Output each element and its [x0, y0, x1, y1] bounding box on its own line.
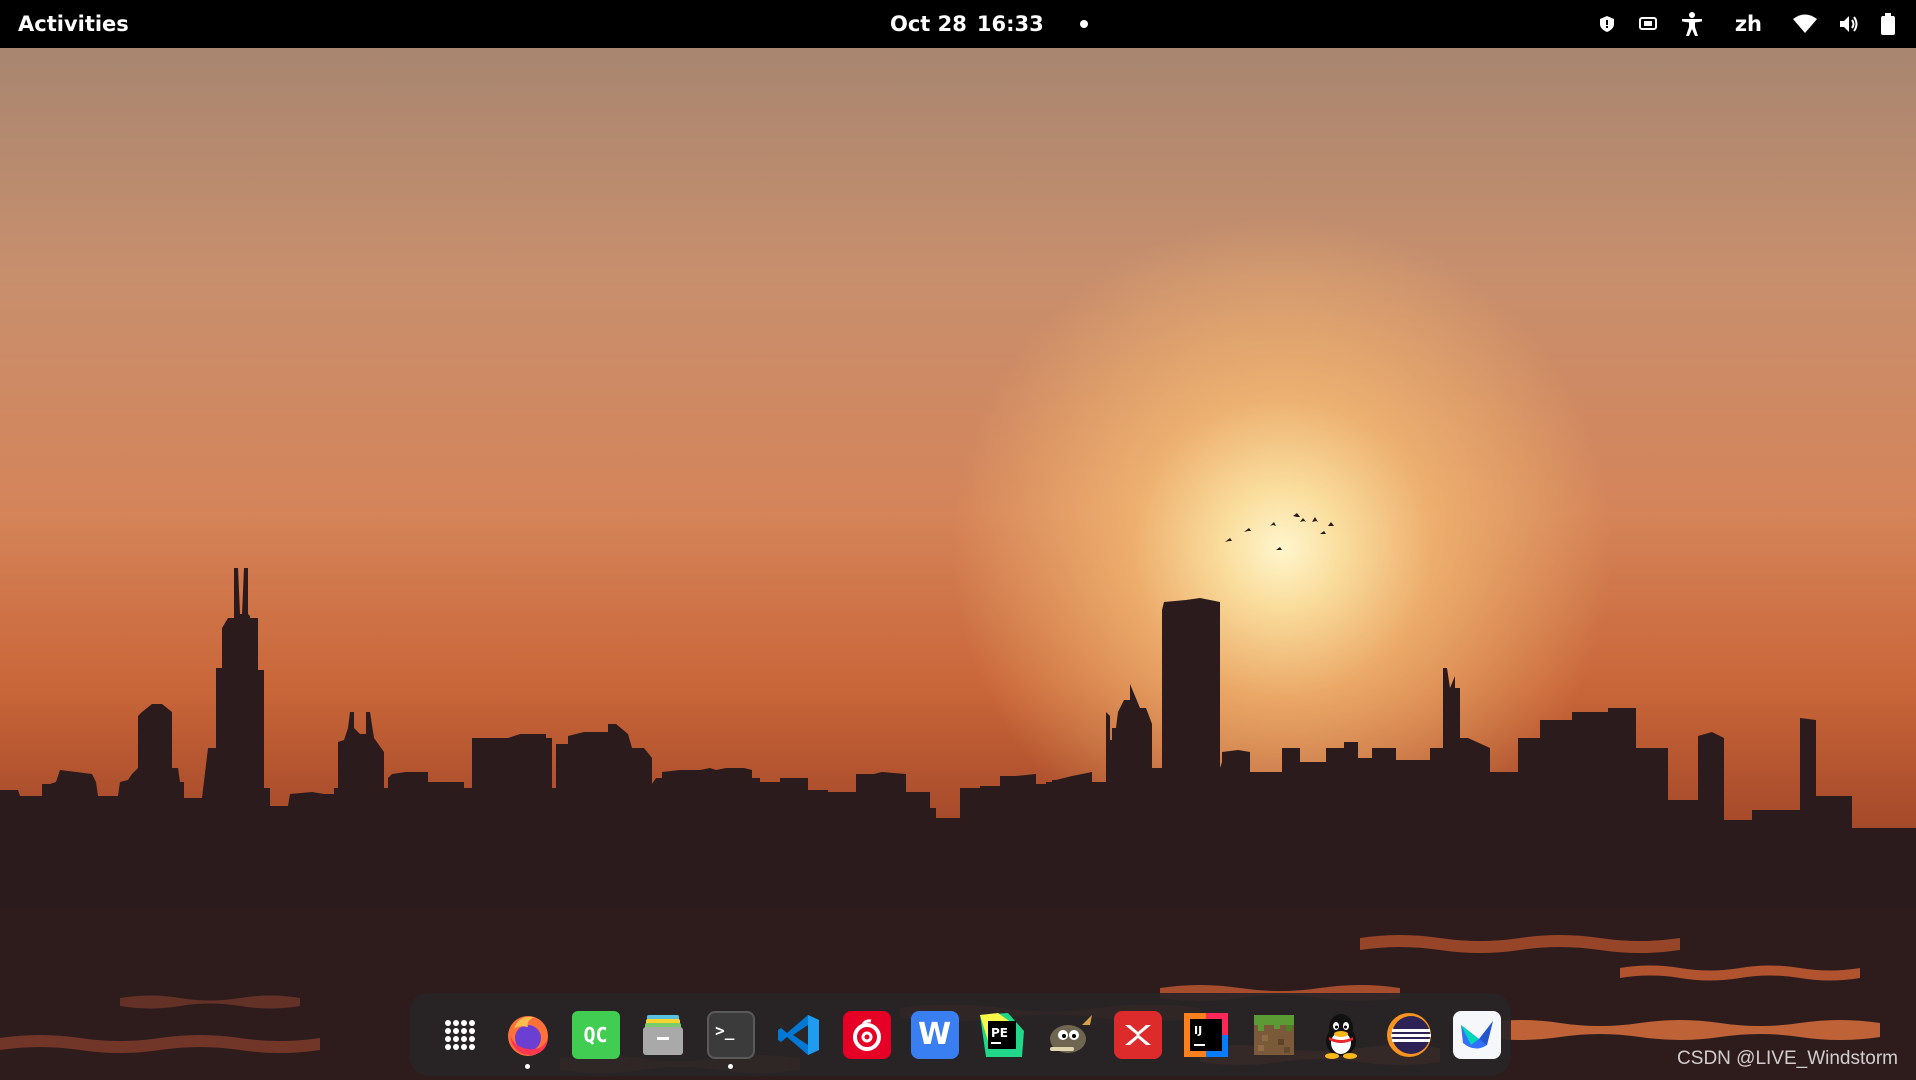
dash-dock: QC >_ W PE IJ	[409, 993, 1511, 1076]
shield-icon[interactable]	[1587, 0, 1627, 48]
eclipse-icon	[1387, 1012, 1432, 1057]
clock-time: 16:33	[976, 12, 1044, 36]
battery-icon[interactable]	[1870, 0, 1906, 48]
firefox-icon	[507, 1015, 548, 1056]
desktop-wallpaper	[0, 48, 1916, 1080]
watermark-text: CSDN @LIVE_Windstorm	[1677, 1048, 1898, 1069]
dock-app-pycharm[interactable]: PE	[969, 1001, 1037, 1069]
accessibility-icon[interactable]	[1669, 0, 1715, 48]
qt-creator-icon: QC	[571, 1010, 620, 1059]
vscode-icon	[777, 1014, 819, 1055]
clock-date: Oct 28	[890, 12, 967, 36]
intellij-icon: IJ	[1183, 1012, 1228, 1057]
screen-share-icon[interactable]	[1627, 0, 1669, 48]
show-apps-button[interactable]	[426, 1001, 494, 1069]
gimp-icon	[1050, 1014, 1093, 1053]
terminal-icon: >_	[707, 1010, 756, 1059]
dock-app-vscode[interactable]	[765, 1001, 833, 1069]
system-tray[interactable]: zh	[1587, 0, 1906, 48]
running-indicator	[524, 1063, 530, 1069]
volume-icon[interactable]	[1828, 0, 1870, 48]
dock-app-terminal[interactable]: >_	[697, 1001, 765, 1069]
dock-app-minecraft[interactable]	[1240, 1001, 1308, 1069]
birds	[1225, 513, 1334, 550]
grid-icon	[444, 1019, 475, 1050]
dock-app-qt-creator[interactable]: QC	[562, 1001, 630, 1069]
feishu-icon	[1453, 1010, 1502, 1059]
wifi-icon[interactable]	[1782, 0, 1828, 48]
xmind-icon	[1114, 1010, 1163, 1059]
svg-text:PE: PE	[991, 1026, 1008, 1040]
svg-text:IJ: IJ	[1194, 1024, 1202, 1037]
dock-app-firefox[interactable]	[494, 1001, 562, 1069]
skyline-silhouette	[0, 513, 1916, 1080]
pycharm-icon: PE	[980, 1012, 1025, 1057]
top-bar: Activities Oct 28 16:33 zh	[0, 0, 1916, 48]
notification-dot-icon	[1079, 20, 1088, 28]
dock-app-xmind[interactable]	[1104, 1001, 1172, 1069]
dock-app-feishu[interactable]	[1443, 1001, 1511, 1069]
minecraft-icon	[1253, 1014, 1294, 1055]
dock-app-netease-music[interactable]	[833, 1001, 901, 1069]
activities-button[interactable]: Activities	[18, 0, 129, 48]
clock-button[interactable]: Oct 28 16:33	[890, 0, 1088, 48]
running-indicator	[728, 1063, 734, 1069]
dock-app-wps[interactable]: W	[901, 1001, 969, 1069]
netease-music-icon	[842, 1010, 891, 1059]
dock-app-intellij[interactable]: IJ	[1172, 1001, 1240, 1069]
wps-icon: W	[910, 1010, 959, 1059]
dock-app-gimp[interactable]	[1036, 1001, 1104, 1069]
files-icon	[643, 1014, 684, 1055]
qq-icon	[1325, 1013, 1358, 1059]
dock-app-qq[interactable]	[1308, 1001, 1376, 1069]
dock-app-eclipse[interactable]	[1375, 1001, 1443, 1069]
input-language-indicator[interactable]: zh	[1715, 0, 1782, 48]
dock-app-files[interactable]	[629, 1001, 697, 1069]
